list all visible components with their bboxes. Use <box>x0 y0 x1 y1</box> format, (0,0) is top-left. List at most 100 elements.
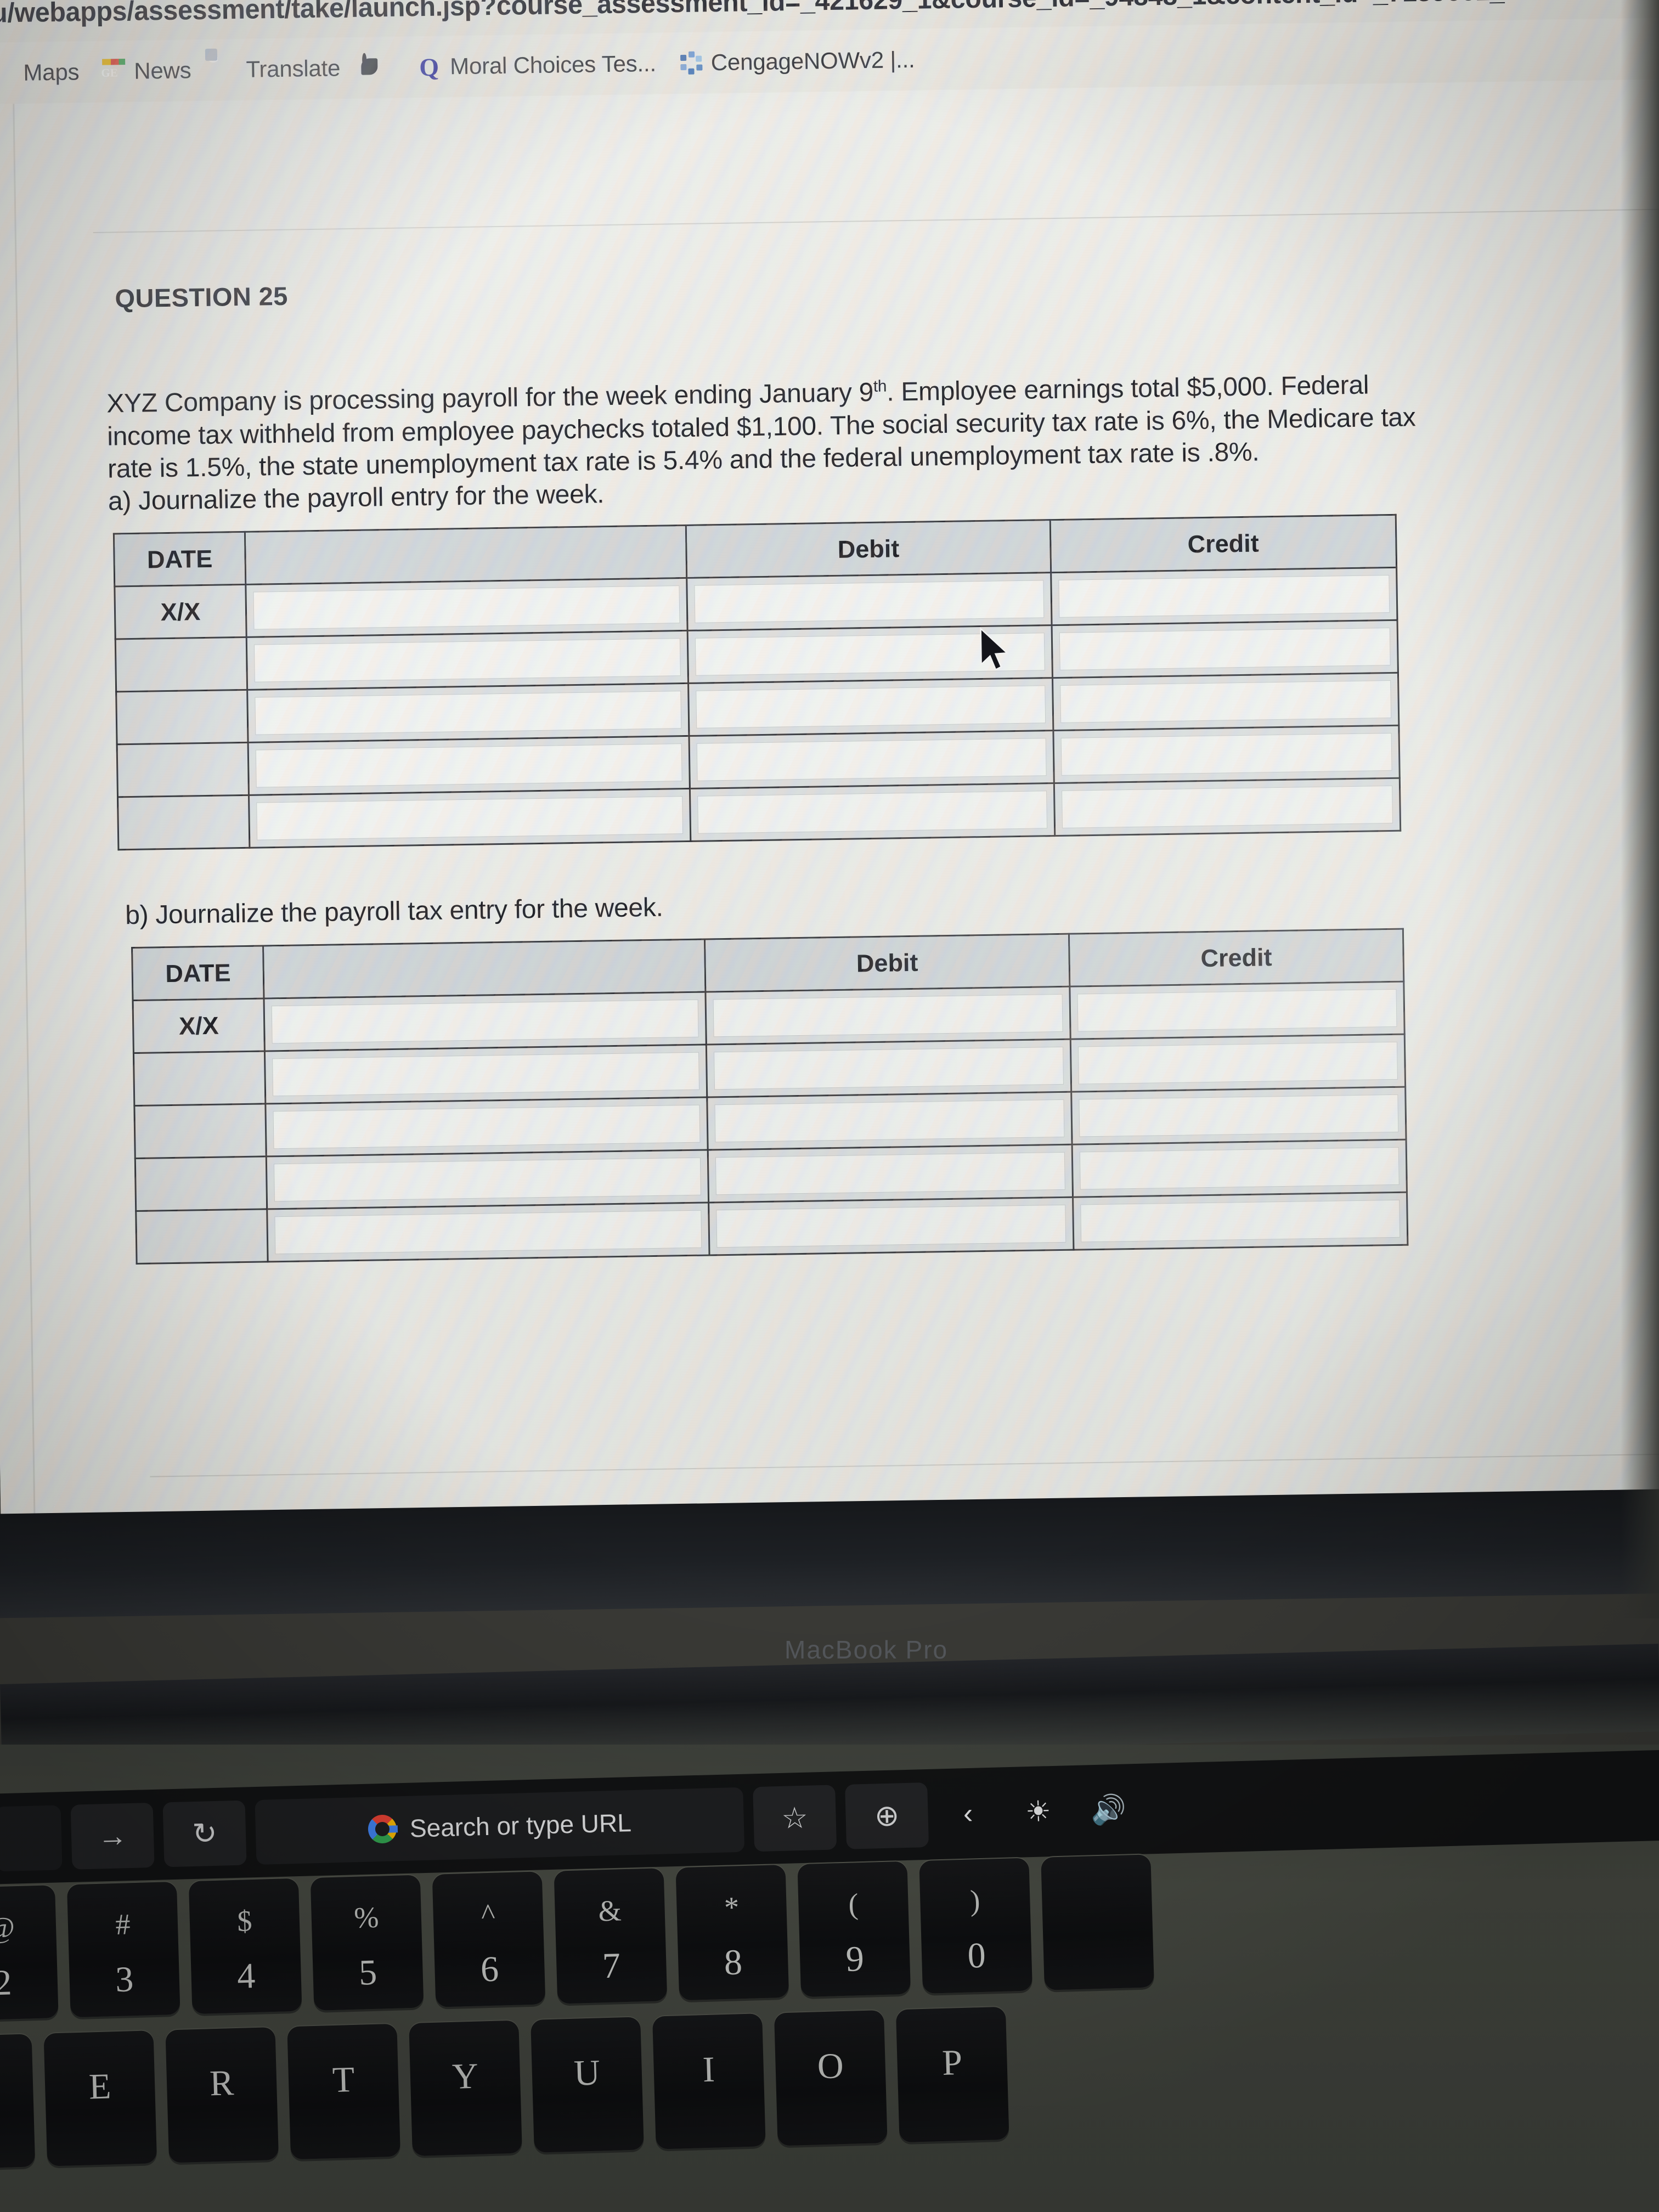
cell-date <box>135 1156 268 1211</box>
cell-debit-input[interactable] <box>707 1092 1072 1150</box>
header-date: DATE <box>132 945 264 1001</box>
maps-pin-icon <box>0 60 16 86</box>
cell-debit-input[interactable] <box>706 1039 1071 1098</box>
header-debit: Debit <box>704 934 1070 992</box>
key-5[interactable]: % 5 <box>310 1875 424 2011</box>
keyboard[interactable]: @ 2 # 3 $ 4 % 5 ^ 6 & 7 * 8 (9) 0 E R … <box>0 1839 1659 2212</box>
key-6[interactable]: ^ 6 <box>432 1871 546 2007</box>
key-3[interactable]: # 3 <box>66 1881 180 2018</box>
cell-account-input[interactable] <box>267 1202 710 1262</box>
cell-debit-input[interactable] <box>706 986 1071 1045</box>
touchbar-volume-icon[interactable]: 🔊 <box>1077 1776 1139 1843</box>
cell-debit-input[interactable] <box>687 572 1052 631</box>
cell-debit-input[interactable] <box>708 1197 1074 1255</box>
key-bottom-label: 5 <box>358 1952 378 1993</box>
cell-debit-input[interactable] <box>708 1144 1073 1203</box>
journal-entry-table-a[interactable]: DATE Debit Credit X/X <box>112 514 1402 851</box>
touchbar-reload-button[interactable]: ↻ <box>162 1800 247 1867</box>
cell-account-input[interactable] <box>264 992 707 1051</box>
touchbar-search-field[interactable]: Search or type URL <box>255 1787 745 1865</box>
cell-date: X/X <box>133 998 265 1053</box>
cell-credit-input[interactable] <box>1071 1087 1407 1145</box>
cell-debit-input[interactable] <box>689 678 1053 736</box>
bookmark-globe[interactable] <box>351 47 407 88</box>
key-bottom-label: 6 <box>480 1949 500 1990</box>
key-bottom-label: 7 <box>601 1945 621 1987</box>
photograph-of-laptop: du/webapps/assessment/take/launch.jsp?co… <box>0 0 1659 2212</box>
touchbar-add-tab-button[interactable]: ⊕ <box>845 1782 929 1849</box>
cell-credit-input[interactable] <box>1073 1192 1408 1250</box>
key-bottom-label: 2 <box>0 1962 13 2004</box>
bookmark-label: Translate <box>246 55 341 82</box>
cell-account-input[interactable] <box>266 1097 708 1156</box>
bookmark-cengagenow[interactable]: CengageNOWv2 |... <box>667 39 926 83</box>
google-news-icon <box>101 59 127 84</box>
touchbar-search-placeholder: Search or type URL <box>409 1808 632 1843</box>
part-a-label: a) Journalize the payroll entry for the … <box>108 479 605 516</box>
cell-account-input[interactable] <box>266 1149 709 1209</box>
key-p[interactable]: P <box>895 2006 1009 2143</box>
cell-credit-input[interactable] <box>1070 1034 1406 1092</box>
key-y[interactable]: Y <box>409 2020 522 2157</box>
key-0[interactable]: ) 0 <box>919 1858 1033 1994</box>
cell-credit-input[interactable] <box>1051 567 1397 625</box>
touchbar-back-button[interactable] <box>0 1804 63 1871</box>
divider <box>93 208 1659 233</box>
cell-credit-input[interactable] <box>1053 725 1400 783</box>
key-i[interactable]: I <box>652 2013 766 2149</box>
cell-account-input[interactable] <box>246 630 689 690</box>
divider <box>150 1452 1659 1477</box>
key-w[interactable]: W <box>0 2034 36 2170</box>
bookmark-moral-choices[interactable]: Q Moral Choices Tes... <box>406 43 668 87</box>
key-2[interactable]: @ 2 <box>0 1885 59 2021</box>
key-bottom-label: 9 <box>845 1938 865 1979</box>
bookmark-news[interactable]: News <box>90 50 202 92</box>
key-bottom-label: 3 <box>115 1959 134 2000</box>
key-label: P <box>941 2042 963 2084</box>
cell-credit-input[interactable] <box>1053 778 1401 836</box>
header-credit: Credit <box>1049 515 1397 573</box>
cell-account-input[interactable] <box>248 736 690 795</box>
cell-account-input[interactable] <box>245 578 688 637</box>
key-minus[interactable] <box>1041 1854 1154 1990</box>
key-7[interactable]: & 7 <box>554 1868 668 2004</box>
cell-debit-input[interactable] <box>689 730 1054 789</box>
journal-entry-table-b[interactable]: DATE Debit Credit X/X <box>131 928 1409 1265</box>
cell-debit-input[interactable] <box>690 783 1055 842</box>
ordinal-suffix: th <box>873 377 887 396</box>
key-9[interactable]: ( 9 <box>797 1861 911 1997</box>
touchbar-brightness-icon[interactable]: ☀ <box>1007 1779 1069 1845</box>
key-u[interactable]: U <box>531 2017 644 2153</box>
laptop-screen: du/webapps/assessment/take/launch.jsp?co… <box>0 0 1659 1591</box>
cell-credit-input[interactable] <box>1052 673 1399 731</box>
key-o[interactable]: O <box>774 2010 888 2146</box>
assessment-content-column: QUESTION 25 XYZ Company is processing pa… <box>13 78 1659 1591</box>
header-debit: Debit <box>686 520 1051 578</box>
cell-credit-input[interactable] <box>1071 1139 1407 1198</box>
cell-account-input[interactable] <box>264 1045 708 1104</box>
key-label: Y <box>452 2056 479 2097</box>
bookmark-translate[interactable]: Translate <box>202 48 352 91</box>
touchbar-expand-chevron-icon[interactable]: ‹ <box>937 1780 999 1847</box>
key-bottom-label: 0 <box>967 1935 986 1976</box>
key-t[interactable]: T <box>287 2023 401 2160</box>
key-r[interactable]: R <box>165 2027 279 2163</box>
key-e[interactable]: E <box>43 2030 157 2166</box>
header-date: DATE <box>114 532 246 586</box>
key-4[interactable]: $ 4 <box>188 1878 302 2015</box>
key-top-label: % <box>353 1900 380 1934</box>
cell-credit-input[interactable] <box>1051 620 1398 678</box>
cell-account-input[interactable] <box>249 788 691 848</box>
keyboard-alpha-row[interactable]: W E R T Y U I O P <box>0 2006 1009 2170</box>
header-account <box>263 939 706 998</box>
touchbar-bookmark-button[interactable]: ☆ <box>753 1784 837 1852</box>
cell-credit-input[interactable] <box>1069 981 1405 1040</box>
bookmark-maps[interactable]: Maps <box>0 52 91 94</box>
key-top-label: $ <box>236 1904 253 1938</box>
key-8[interactable]: * 8 <box>675 1864 789 2001</box>
question-25-prompt: XYZ Company is processing payroll for th… <box>106 365 1659 486</box>
bookmark-label: Maps <box>23 59 80 86</box>
touchbar-forward-button[interactable]: → <box>70 1802 155 1870</box>
quizlet-q-icon: Q <box>419 53 439 81</box>
cell-account-input[interactable] <box>247 683 690 743</box>
